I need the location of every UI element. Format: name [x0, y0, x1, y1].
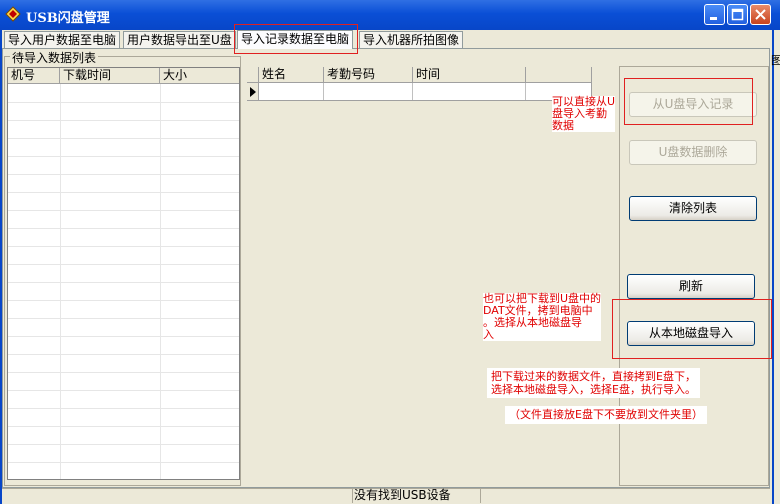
grid-row-line [8, 228, 239, 229]
grid-row-line [8, 372, 239, 373]
column-header-name[interactable]: 姓名 [259, 67, 324, 83]
grid-row-line [8, 174, 239, 175]
title-bar: USB闪盘管理 [0, 0, 780, 30]
annotation-note-1: 可以直接从U 盘导入考勤 数据 [552, 95, 616, 132]
window-title: USB闪盘管理 [26, 11, 110, 26]
pending-list-title: 待导入数据列表 [10, 49, 99, 66]
maximize-button[interactable] [727, 4, 748, 25]
tab-import-users[interactable]: 导入用户数据至电脑 [4, 31, 121, 48]
clear-list-button[interactable]: 清除列表 [629, 196, 757, 221]
tab-label: 导入用户数据至电脑 [8, 33, 117, 47]
grid-row-line [8, 264, 239, 265]
grid-row-line [8, 462, 239, 463]
grid-row-line [8, 156, 239, 157]
minimize-button[interactable] [704, 4, 725, 25]
tab-import-images[interactable]: 导入机器所拍图像 [359, 31, 464, 48]
maximize-icon [731, 8, 744, 21]
tab-label: 用户数据导出至U盘 [127, 33, 232, 47]
delete-u-data-button[interactable]: U盘数据删除 [629, 140, 757, 165]
grid-row-line [8, 354, 239, 355]
column-header-time[interactable]: 时间 [413, 67, 526, 83]
grid-row-line [8, 246, 239, 247]
highlight-box-local [612, 299, 772, 359]
grid-row-line [8, 390, 239, 391]
grid-row-line [8, 210, 239, 211]
column-header-machine-no[interactable]: 机号 [8, 68, 60, 84]
row-pointer-icon [250, 87, 256, 97]
partial-text: 图 [771, 54, 780, 67]
grid-row-line [8, 138, 239, 139]
grid-row-line [8, 120, 239, 121]
highlight-box-import [624, 78, 753, 125]
minimize-icon [710, 17, 717, 20]
tab-export-users[interactable]: 用户数据导出至U盘 [123, 31, 236, 48]
grid-row-line [8, 318, 239, 319]
grid-row-line [8, 426, 239, 427]
tab-label: 导入机器所拍图像 [363, 33, 460, 47]
annotation-note-2: 也可以把下载到U盘中的 DAT文件，拷到电脑中 。选择从本地磁盘导 入 [483, 292, 602, 341]
grid-row-line [8, 408, 239, 409]
column-header-download-time[interactable]: 下载时间 [60, 68, 160, 84]
status-text: 没有找到USB设备 [354, 488, 451, 502]
highlight-box-tab [234, 24, 358, 54]
grid-column-line [60, 84, 61, 479]
grid-row-line [8, 444, 239, 445]
grid-row-line [8, 300, 239, 301]
app-icon [5, 6, 21, 22]
column-header-size[interactable]: 大小 [160, 68, 239, 84]
grid-column-line [160, 84, 161, 479]
annotation-note-4: （文件直接放E盘下不要放到文件夹里） [505, 406, 707, 424]
row-indicator [247, 83, 259, 101]
grid-row-line [8, 192, 239, 193]
status-separator [480, 489, 481, 503]
grid-row-line [8, 102, 239, 103]
record-row-empty[interactable] [259, 83, 592, 101]
refresh-button[interactable]: 刷新 [627, 274, 755, 299]
grid-row-line [8, 336, 239, 337]
column-header-blank[interactable] [526, 67, 592, 83]
pending-list-grid[interactable]: 机号 下载时间 大小 [7, 67, 240, 480]
row-header-corner [247, 67, 259, 83]
annotation-note-3: 把下载过来的数据文件，直接拷到E盘下， 选择本地磁盘导入，选择E盘，执行导入。 [487, 368, 700, 398]
grid-row-line [8, 282, 239, 283]
close-icon [755, 9, 766, 20]
column-header-att-no[interactable]: 考勤号码 [324, 67, 413, 83]
close-button[interactable] [750, 4, 771, 25]
status-separator [352, 489, 353, 503]
